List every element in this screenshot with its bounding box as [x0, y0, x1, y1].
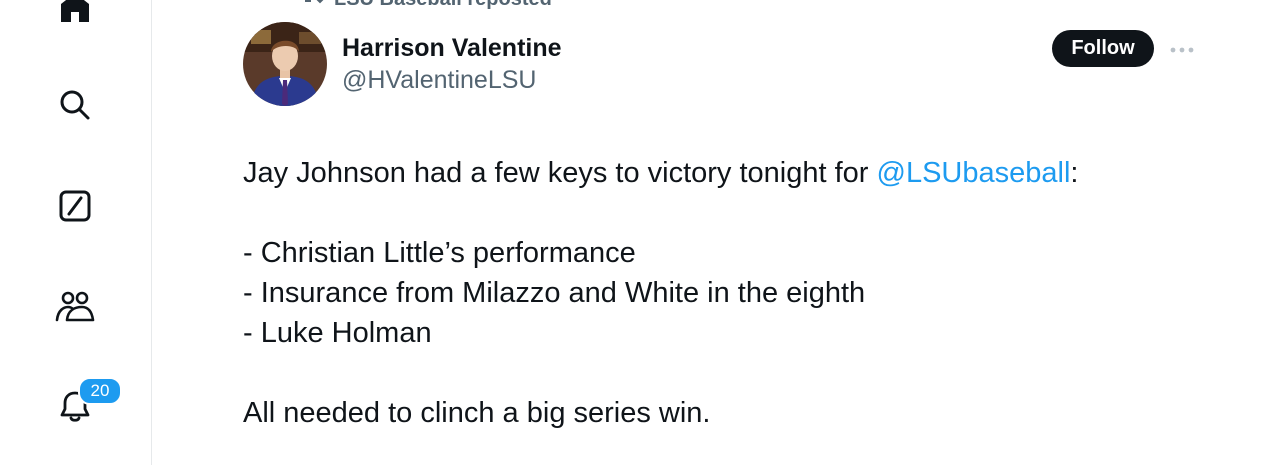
tweet-text: Jay Johnson had a few keys to victory to…: [243, 153, 1243, 433]
tweet-panel: LSU Baseball reposted Harrison Valentine…: [152, 0, 1280, 465]
tweet-line-intro: Jay Johnson had a few keys to victory to…: [243, 153, 1243, 193]
repost-indicator: LSU Baseball reposted: [302, 0, 552, 12]
app-window: 20 LSU Baseball reposted: [0, 0, 1280, 465]
bullet-item: - Insurance from Milazzo and White in th…: [243, 277, 866, 309]
more-options-button[interactable]: [1167, 34, 1197, 64]
author-display-name[interactable]: Harrison Valentine: [342, 32, 562, 64]
avatar[interactable]: [243, 22, 327, 106]
sidebar-item-notifications[interactable]: 20: [50, 377, 122, 431]
grok-icon: [58, 189, 92, 223]
repost-label: LSU Baseball reposted: [334, 0, 552, 11]
sidebar-item-home[interactable]: [50, 0, 100, 32]
communities-icon: [55, 289, 95, 323]
sidebar-item-grok[interactable]: [50, 181, 100, 231]
sidebar-item-search[interactable]: [50, 80, 100, 130]
search-icon: [58, 88, 92, 122]
bullet-item: - Luke Holman: [243, 317, 432, 349]
sidebar-item-communities[interactable]: [50, 281, 100, 331]
bullet-item: - Christian Little’s performance: [243, 237, 636, 269]
tweet-text-intro: Jay Johnson had a few keys to victory to…: [243, 157, 877, 189]
follow-button[interactable]: Follow: [1052, 30, 1154, 67]
mention-link[interactable]: @LSUbaseball: [877, 157, 1071, 189]
author-info: Harrison Valentine @HValentineLSU: [342, 32, 562, 96]
tweet-closing-line: All needed to clinch a big series win.: [243, 397, 711, 429]
repost-icon: [302, 0, 324, 12]
author-handle[interactable]: @HValentineLSU: [342, 64, 562, 96]
tweet-text-colon: :: [1070, 157, 1079, 189]
home-icon: [58, 0, 92, 24]
sidebar-nav: 20: [0, 0, 152, 465]
notification-count-badge: 20: [78, 377, 122, 405]
more-dots-icon: [1170, 40, 1194, 58]
